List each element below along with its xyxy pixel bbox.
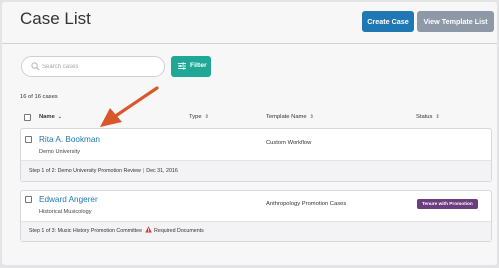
- filter-icon: [178, 62, 186, 70]
- filter-label: Filter: [190, 62, 207, 69]
- column-name-label: Name: [39, 114, 55, 120]
- column-name[interactable]: Name ⌄: [39, 114, 62, 120]
- case-template-name: Custom Workflow: [266, 140, 312, 146]
- case-template-name: Anthropology Promotion Cases: [266, 201, 347, 207]
- case-count: 16 of 16 cases: [20, 94, 58, 100]
- case-card: Rita A. Bookman Demo University Custom W…: [20, 128, 492, 182]
- case-step: Step 1 of 3: Music History Promotion Com…: [29, 228, 143, 234]
- case-unit: Demo University: [39, 149, 81, 155]
- case-name-link[interactable]: Rita A. Bookman: [39, 135, 100, 144]
- create-case-button[interactable]: Create Case: [362, 11, 414, 32]
- case-date: Dec 31, 2016: [146, 168, 178, 174]
- case-step: Step 1 of 2: Demo University Promotion R…: [29, 168, 141, 174]
- case-step-footer: Step 1 of 3: Music History Promotion Com…: [21, 221, 491, 241]
- select-all-checkbox[interactable]: [24, 114, 31, 121]
- warning-text: Required Documents: [154, 228, 204, 234]
- separator: |: [142, 168, 145, 174]
- status-badge: Tenure with Promotion: [417, 199, 478, 209]
- header-divider: [2, 43, 497, 44]
- page-title: Case List: [20, 9, 91, 28]
- column-type-label: Type: [189, 114, 202, 120]
- page-header: Case List Create Case View Template List: [2, 2, 497, 42]
- column-template-label: Template Name: [266, 114, 307, 120]
- case-list-page: Case List Create Case View Template List…: [2, 2, 497, 265]
- filter-button[interactable]: Filter: [171, 56, 211, 77]
- case-step-footer: Step 1 of 2: Demo University Promotion R…: [21, 160, 491, 181]
- sort-icon: ⇕: [435, 114, 440, 120]
- search-box[interactable]: [21, 56, 165, 77]
- sort-desc-icon: ⌄: [57, 114, 62, 120]
- warning-icon: [145, 226, 152, 233]
- search-icon: [31, 62, 40, 71]
- case-unit: Historical Musicology: [39, 209, 92, 215]
- sort-icon: ⇕: [309, 114, 314, 120]
- case-card: Edward Angerer Historical Musicology Ant…: [20, 190, 492, 242]
- row-checkbox[interactable]: [25, 196, 32, 203]
- column-type[interactable]: Type ⇕: [189, 114, 209, 120]
- view-template-list-button[interactable]: View Template List: [417, 11, 494, 32]
- table-header: Name ⌄ Type ⇕ Template Name ⇕ Status ⇕: [2, 110, 497, 124]
- search-input[interactable]: [42, 61, 160, 72]
- case-name-link[interactable]: Edward Angerer: [39, 195, 98, 204]
- column-status-label: Status: [416, 114, 433, 120]
- column-status[interactable]: Status ⇕: [416, 114, 440, 120]
- sort-icon: ⇕: [204, 114, 209, 120]
- column-template-name[interactable]: Template Name ⇕: [266, 114, 314, 120]
- row-checkbox[interactable]: [25, 136, 32, 143]
